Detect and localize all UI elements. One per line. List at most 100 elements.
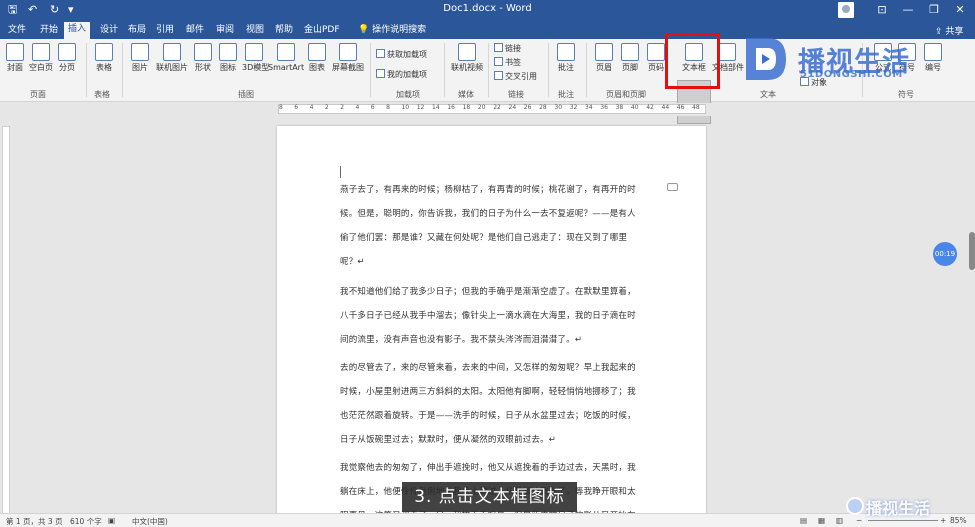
proofing-icon[interactable]: ▣: [108, 516, 115, 525]
page-break-label: 分页: [59, 63, 75, 72]
minimize-button[interactable]: —: [895, 1, 921, 19]
chart-button[interactable]: 图表: [306, 43, 328, 73]
restore-button[interactable]: ❐: [921, 1, 947, 19]
ruler-tick-label: 6: [294, 104, 299, 111]
horizontal-ruler[interactable]: 8 6 4 2 2 4 6 8 10 12 14 16 18 20 22 24 26 28 30 32 34 36 38 40…: [0, 103, 975, 116]
comment-label: 批注: [558, 63, 574, 72]
tell-me-search[interactable]: 💡 操作说明搜索: [354, 23, 430, 39]
group-label-table: 表格: [94, 90, 110, 99]
footer-button[interactable]: 页脚: [618, 43, 642, 73]
page-break-button[interactable]: 分页: [56, 43, 78, 73]
group-label-links: 链接: [508, 90, 524, 99]
page-count[interactable]: 第 1 页，共 3 页: [6, 516, 63, 527]
comment-icon[interactable]: [667, 183, 678, 191]
shapes-button[interactable]: 形状: [192, 43, 214, 73]
ruler-tick-label: 46: [676, 104, 685, 111]
ruler-tick-label: 34: [585, 104, 593, 111]
share-label: 共享: [945, 27, 964, 37]
table-button[interactable]: 表格: [92, 43, 116, 73]
number-button[interactable]: 编号: [922, 43, 944, 73]
cube-icon: [245, 43, 263, 61]
header-label: 页眉: [596, 63, 612, 72]
online-video-button[interactable]: 联机视频: [448, 43, 486, 73]
3d-model-button[interactable]: 3D模型: [242, 43, 269, 73]
group-label-header-footer: 页眉和页脚: [606, 90, 646, 99]
tab-help[interactable]: 帮助: [271, 23, 297, 39]
icons-icon: [219, 43, 237, 61]
ribbon-tabs: 文件 开始 插入 设计 布局 引用 邮件 审阅 视图 帮助 金山PDF 💡 操作…: [0, 20, 975, 39]
online-picture-button[interactable]: 联机图片: [154, 43, 190, 73]
picture-button[interactable]: 图片: [128, 43, 152, 73]
group-label-media: 媒体: [458, 90, 474, 99]
vertical-ruler[interactable]: [0, 126, 12, 516]
group-separator: [86, 43, 87, 97]
tab-view[interactable]: 视图: [242, 23, 268, 39]
group-label-symbols: 符号: [898, 90, 914, 99]
tab-file[interactable]: 文件: [4, 23, 30, 39]
ruler-tick-label: 2: [324, 104, 329, 111]
number-icon: [924, 43, 942, 61]
cross-reference-label: 交叉引用: [505, 72, 537, 81]
screenshot-button[interactable]: 屏幕截图: [330, 43, 366, 73]
addins-icon: [376, 69, 385, 78]
read-mode-icon[interactable]: ▤: [800, 516, 807, 525]
my-addins-label: 我的加载项: [387, 70, 427, 79]
group-separator: [548, 43, 549, 97]
tab-review[interactable]: 审阅: [212, 23, 238, 39]
comment-button[interactable]: 批注: [554, 43, 578, 73]
ruler-tick-label: 4: [309, 104, 314, 111]
page-number-icon: [647, 43, 665, 61]
ruler-tick-label: 8: [386, 104, 390, 111]
group-separator: [488, 43, 489, 97]
web-layout-icon[interactable]: ▥: [836, 516, 843, 525]
word-count[interactable]: 610 个字: [70, 516, 102, 527]
ruler-tick-label: 20: [477, 104, 486, 111]
user-avatar[interactable]: [838, 2, 854, 18]
tell-me-label: 操作说明搜索: [372, 25, 427, 35]
share-button[interactable]: ⇪ 共享: [935, 24, 963, 37]
bookmark-button[interactable]: 书签: [494, 57, 521, 68]
watermark-url: 51DONGSHI.COM: [800, 69, 903, 80]
zoom-out-icon[interactable]: −: [856, 516, 862, 525]
paragraph-3[interactable]: 去的尽管去了，来的尽管来着，去来的中间，又怎样的匆匆呢？早上我起来的时候，小屋里…: [340, 356, 638, 452]
store-icon: [376, 49, 385, 58]
tab-references[interactable]: 引用: [152, 23, 178, 39]
smartart-button[interactable]: SmartArt: [268, 43, 304, 73]
tab-kingsoft-pdf[interactable]: 金山PDF: [300, 23, 344, 39]
ruler-tick-label: 32: [569, 104, 578, 111]
zoom-in-icon[interactable]: +: [940, 516, 946, 525]
screenshot-label: 屏幕截图: [332, 63, 364, 72]
header-button[interactable]: 页眉: [592, 43, 616, 73]
tab-home[interactable]: 开始: [36, 23, 62, 39]
get-addins-button[interactable]: 获取加载项: [376, 49, 427, 60]
scrollbar-thumb[interactable]: [969, 232, 975, 270]
group-separator: [370, 43, 371, 97]
zoom-level[interactable]: 85%: [950, 516, 967, 525]
link-button[interactable]: 链接: [494, 43, 521, 54]
paragraph-2[interactable]: 我不知道他们给了我多少日子；但我的手确乎是渐渐空虚了。在默默里算着，八千多日子已…: [340, 280, 638, 352]
ruler-tick-label: 4: [355, 104, 360, 111]
ruler-tick-label: 10: [401, 104, 410, 111]
ribbon-display-button[interactable]: ⊡: [869, 1, 895, 19]
language-indicator[interactable]: 中文(中国): [132, 516, 168, 527]
zoom-slider[interactable]: [868, 520, 938, 521]
chart-icon: [308, 43, 326, 61]
cover-page-icon: [6, 43, 24, 61]
cover-label: 封面: [7, 63, 23, 72]
icons-button[interactable]: 图标: [218, 43, 238, 73]
cross-reference-button[interactable]: 交叉引用: [494, 71, 537, 82]
tab-layout[interactable]: 布局: [124, 23, 150, 39]
cover-page-button[interactable]: 封面: [4, 43, 26, 73]
print-layout-icon[interactable]: ▦: [818, 516, 825, 525]
tab-mailings[interactable]: 邮件: [182, 23, 208, 39]
my-addins-button[interactable]: 我的加载项: [376, 69, 427, 80]
ruler-tick-label: 38: [615, 104, 624, 111]
online-picture-icon: [163, 43, 181, 61]
tab-design[interactable]: 设计: [96, 23, 122, 39]
paragraph-1[interactable]: 燕子去了，有再来的时候；杨柳枯了，有再青的时候；桃花谢了，有再开的时候。但是，聪…: [340, 178, 638, 274]
tab-insert[interactable]: 插入: [64, 22, 91, 39]
close-button[interactable]: ✕: [947, 1, 973, 19]
table-label: 表格: [96, 63, 112, 72]
ruler-tick-label: 30: [554, 104, 563, 111]
blank-page-button[interactable]: 空白页: [28, 43, 54, 73]
